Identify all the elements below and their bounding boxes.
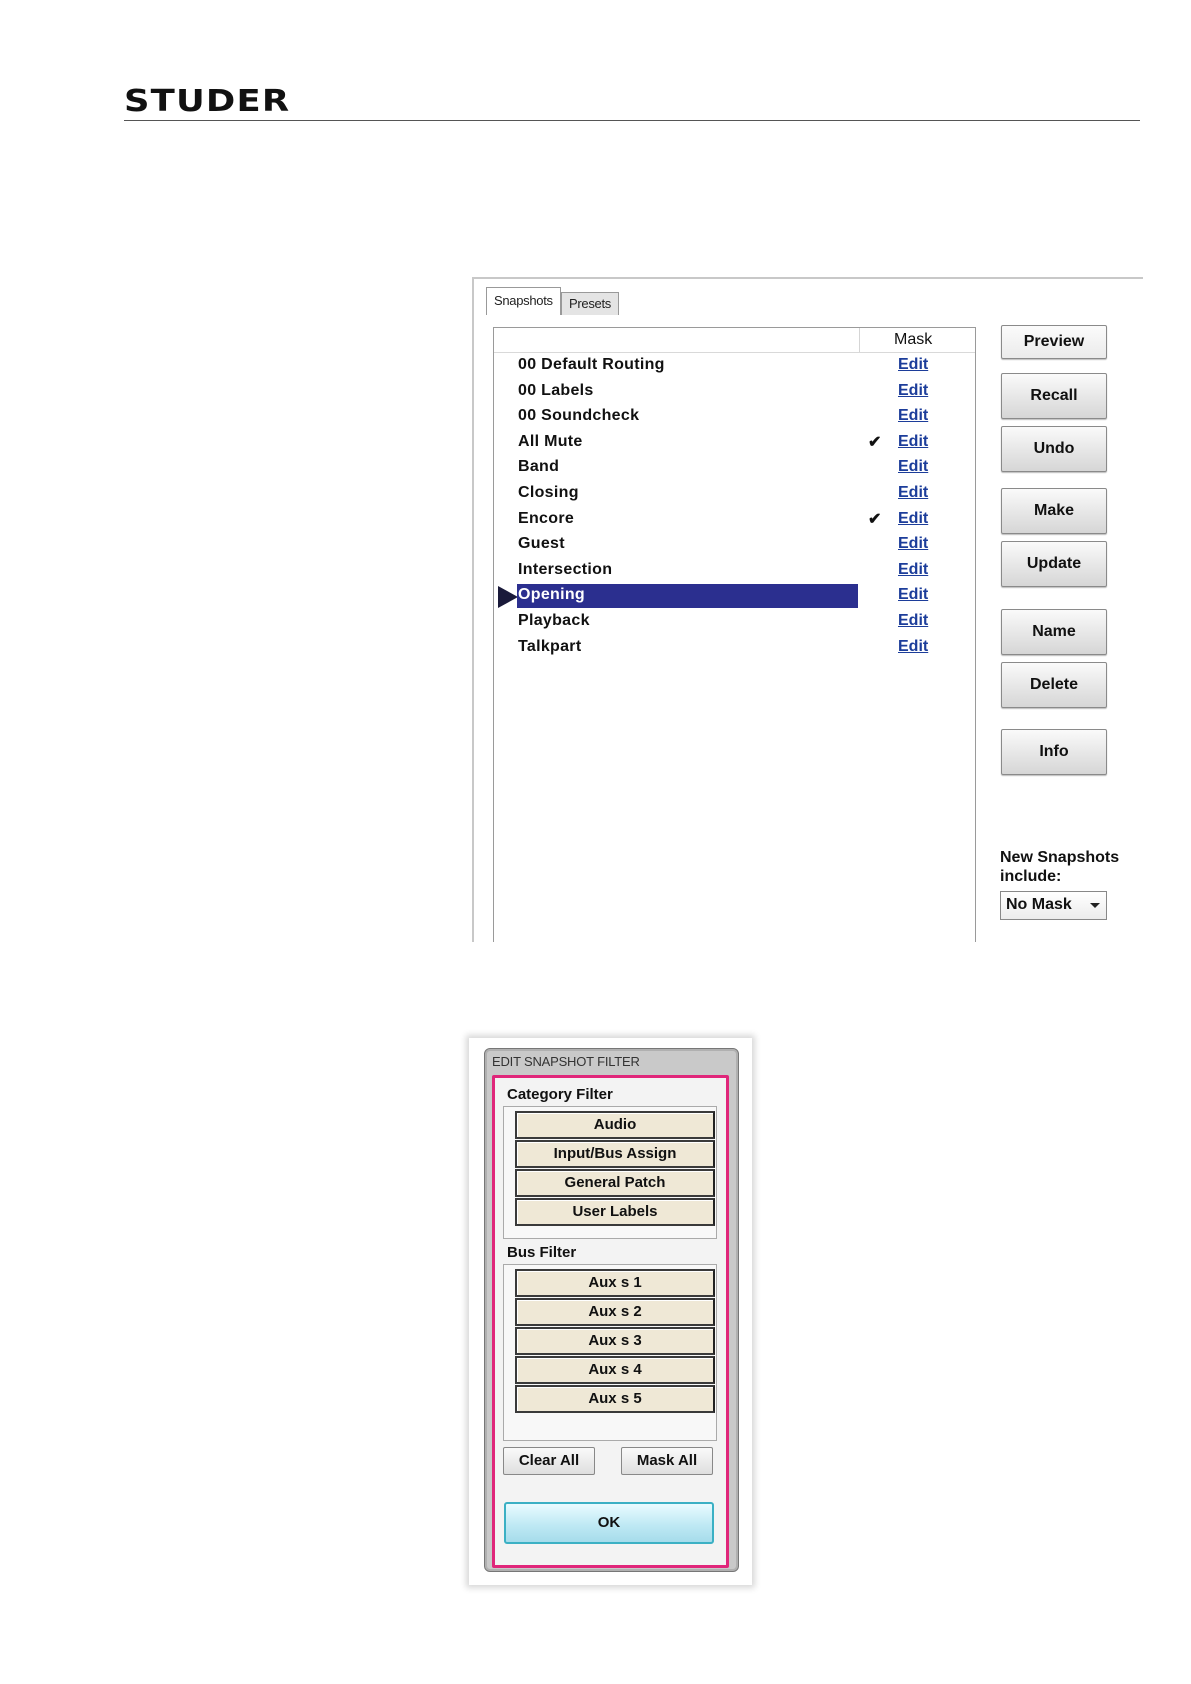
studer-logo: STUDER <box>124 84 291 119</box>
new-snapshots-mask-value: No Mask <box>1006 896 1072 913</box>
preview-button[interactable]: Preview <box>1001 325 1107 359</box>
tab-snapshots[interactable]: Snapshots <box>486 287 561 315</box>
category-filter-button[interactable]: Input/Bus Assign <box>515 1140 715 1168</box>
new-snapshots-label-line1: New Snapshots <box>1000 849 1120 866</box>
bus-filter-group: Aux s 1 Aux s 2 Aux s 3 Aux s 4 Aux s 5 <box>503 1264 717 1441</box>
edit-mask-link[interactable]: Edit <box>898 586 928 604</box>
list-header: Mask <box>494 328 975 353</box>
delete-button[interactable]: Delete <box>1001 662 1107 708</box>
edit-mask-link[interactable]: Edit <box>898 382 928 400</box>
edit-mask-link[interactable]: Edit <box>898 510 928 528</box>
snapshot-name: All Mute <box>518 432 583 450</box>
recall-button[interactable]: Recall <box>1001 373 1107 419</box>
edit-mask-link[interactable]: Edit <box>898 535 928 553</box>
bus-filter-button[interactable]: Aux s 5 <box>515 1385 715 1413</box>
snapshot-name: Encore <box>518 509 575 527</box>
new-snapshots-mask-select[interactable]: No Mask <box>1000 891 1107 920</box>
snapshot-row[interactable]: Band Edit <box>494 456 975 481</box>
dialog-frame: Category Filter Audio Input/Bus Assign Gen… <box>492 1075 729 1568</box>
category-filter-button[interactable]: General Patch <box>515 1169 715 1197</box>
header-separator <box>859 328 860 352</box>
snapshot-row[interactable]: Intersection Edit <box>494 559 975 584</box>
edit-mask-link[interactable]: Edit <box>898 433 928 451</box>
bus-filter-button[interactable]: Aux s 2 <box>515 1298 715 1326</box>
snapshot-name: Guest <box>518 535 565 553</box>
clear-all-button[interactable]: Clear All <box>503 1447 595 1475</box>
snapshot-name: 00 Default Routing <box>518 356 665 373</box>
edit-mask-link[interactable]: Edit <box>898 407 928 425</box>
category-filter-group: Audio Input/Bus Assign General Patch User L… <box>503 1106 717 1239</box>
edit-mask-link[interactable]: Edit <box>898 356 928 374</box>
category-filter-button[interactable]: User Labels <box>515 1198 715 1226</box>
new-snapshots-label-line2: include: <box>1000 868 1062 885</box>
name-button[interactable]: Name <box>1001 609 1107 655</box>
bus-filter-label: Bus Filter <box>507 1244 577 1261</box>
mask-column-header[interactable]: Mask <box>894 331 932 349</box>
filter-dialog-container: EDIT SNAPSHOT FILTER Category Filter Aud… <box>469 1038 752 1585</box>
tab-presets[interactable]: Presets <box>561 292 619 315</box>
edit-mask-link[interactable]: Edit <box>898 484 928 502</box>
mask-check-icon: ✔ <box>868 433 882 451</box>
snapshot-row[interactable]: 00 Labels Edit <box>494 380 975 405</box>
undo-button[interactable]: Undo <box>1001 426 1107 472</box>
dialog-title: EDIT SNAPSHOT FILTER <box>492 1054 640 1069</box>
snapshots-window: Snapshots Presets Mask 00 Default Routin… <box>472 277 1143 942</box>
snapshot-name: Playback <box>518 612 590 629</box>
snapshot-row[interactable]: Closing Edit <box>494 482 975 507</box>
update-button[interactable]: Update <box>1001 541 1107 587</box>
bus-filter-button[interactable]: Aux s 1 <box>515 1269 715 1297</box>
snapshot-row[interactable]: All Mute ✔ Edit <box>494 431 975 456</box>
bus-filter-button[interactable]: Aux s 3 <box>515 1327 715 1355</box>
snapshot-row[interactable]: 00 Soundcheck Edit <box>494 405 975 430</box>
snapshot-row[interactable]: Playback Edit <box>494 610 975 635</box>
make-button[interactable]: Make <box>1001 488 1107 534</box>
edit-mask-link[interactable]: Edit <box>898 612 928 630</box>
header-rule <box>124 120 1140 121</box>
snapshot-row[interactable]: 00 Default Routing Edit <box>494 354 975 379</box>
ok-button[interactable]: OK <box>504 1502 714 1544</box>
snapshot-row[interactable]: Opening Edit <box>494 584 975 609</box>
edit-mask-link[interactable]: Edit <box>898 458 928 476</box>
current-snapshot-arrow-icon <box>498 586 518 609</box>
snapshot-name: Band <box>518 458 560 476</box>
snapshot-name: Intersection <box>518 560 613 578</box>
category-filter-label: Category Filter <box>507 1086 613 1103</box>
mask-all-button[interactable]: Mask All <box>621 1447 713 1475</box>
snapshot-name: Closing <box>518 484 579 501</box>
snapshot-row[interactable]: Encore ✔ Edit <box>494 508 975 533</box>
category-filter-button[interactable]: Audio <box>515 1111 715 1139</box>
edit-mask-link[interactable]: Edit <box>898 561 928 579</box>
info-button[interactable]: Info <box>1001 729 1107 775</box>
snapshot-name: Talkpart <box>518 637 582 655</box>
mask-check-icon: ✔ <box>868 510 882 528</box>
snapshot-name: 00 Soundcheck <box>518 407 640 425</box>
new-snapshots-label: New Snapshots include: <box>1000 848 1119 886</box>
edit-snapshot-filter-dialog: EDIT SNAPSHOT FILTER Category Filter Aud… <box>484 1048 739 1572</box>
chevron-down-icon <box>1090 903 1100 908</box>
snapshot-name: Opening <box>518 586 585 604</box>
bus-filter-button[interactable]: Aux s 4 <box>515 1356 715 1384</box>
snapshot-row[interactable]: Guest Edit <box>494 533 975 558</box>
snapshot-list: Mask 00 Default Routing Edit 00 Labels Edit… <box>493 327 976 942</box>
edit-mask-link[interactable]: Edit <box>898 638 928 656</box>
snapshot-row[interactable]: Talkpart Edit <box>494 636 975 661</box>
snapshot-name: 00 Labels <box>518 381 594 399</box>
